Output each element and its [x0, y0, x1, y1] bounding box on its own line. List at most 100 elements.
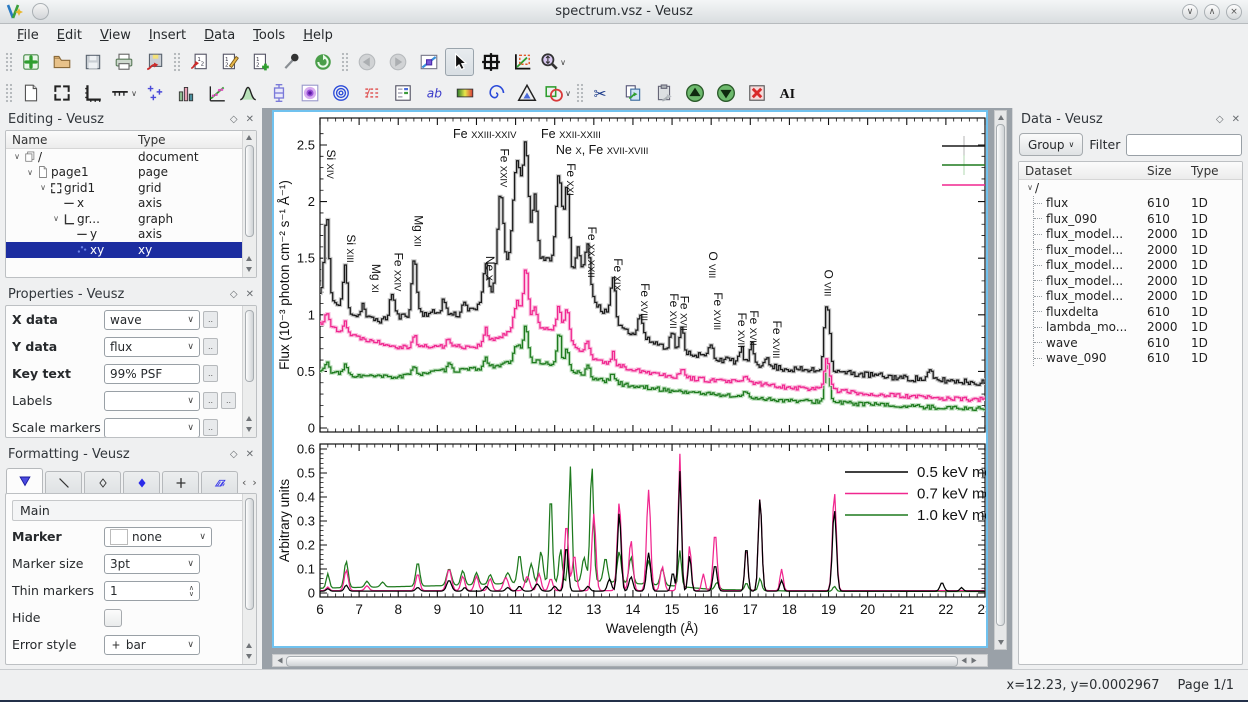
reload-data-button[interactable]	[308, 48, 337, 76]
add-page-button[interactable]	[16, 79, 45, 107]
close-dock-icon[interactable]: ✕	[246, 114, 254, 125]
zoom-graph-tool-button[interactable]	[507, 48, 536, 76]
property-extra-button[interactable]: ..	[203, 419, 218, 436]
close-button[interactable]: ×	[1226, 4, 1242, 20]
open-document-button[interactable]	[47, 48, 76, 76]
add-graph-button[interactable]	[78, 79, 107, 107]
copy-widget-button[interactable]	[618, 79, 647, 107]
dataset-row-flux[interactable]: flux6101D	[1019, 196, 1242, 212]
labels-combo[interactable]: ∨	[104, 391, 200, 411]
tab-main[interactable]	[6, 468, 43, 493]
rename-widget-button[interactable]: AI	[773, 79, 802, 107]
move-widget-up-button[interactable]	[680, 79, 709, 107]
undo-button[interactable]	[352, 48, 381, 76]
close-dock-icon[interactable]: ✕	[1232, 114, 1240, 125]
canvas-horizontal-scrollbar[interactable]	[272, 654, 988, 667]
plot-page[interactable]: 00.511.522.5Si XIVSi XIIIMg XIFe XXIVMg …	[272, 110, 988, 648]
maximize-button[interactable]: ∧	[1204, 4, 1220, 20]
error-style-combo[interactable]: bar∨	[104, 635, 200, 655]
dataset-row-wave_090[interactable]: wave_0906101D	[1019, 351, 1242, 367]
menu-tools[interactable]: Tools	[244, 26, 294, 45]
export-document-button[interactable]	[140, 48, 169, 76]
formatting-scrollbar[interactable]	[242, 494, 256, 664]
close-dock-icon[interactable]: ✕	[246, 289, 254, 300]
redo-button[interactable]	[383, 48, 412, 76]
widget-tree-row-x[interactable]: xaxis	[6, 196, 256, 212]
dataset-row-flux_model[interactable]: flux_model...20001D	[1019, 227, 1242, 243]
add-key-button[interactable]	[388, 79, 417, 107]
delete-widget-button[interactable]	[742, 79, 771, 107]
marker-combo[interactable]: none∨	[104, 527, 212, 547]
create-data-button[interactable]: 12	[246, 48, 275, 76]
save-document-button[interactable]	[78, 48, 107, 76]
scale-markers-combo[interactable]: ∨	[104, 418, 200, 438]
property-extra-button[interactable]: ..	[221, 392, 236, 409]
edit-data-button[interactable]: 12	[215, 48, 244, 76]
dataset-root-row[interactable]: ∨/	[1019, 180, 1242, 196]
float-dock-icon[interactable]: ◇	[230, 114, 238, 125]
widget-tree-row-gr[interactable]: ∨gr...graph	[6, 211, 256, 227]
dataset-row-lambda_mo[interactable]: lambda_mo...20001D	[1019, 320, 1242, 336]
dataset-row-wave[interactable]: wave6101D	[1019, 335, 1242, 351]
widget-tree-row-y[interactable]: yaxis	[6, 227, 256, 243]
menu-help[interactable]: Help	[294, 26, 342, 45]
move-widget-down-button[interactable]	[711, 79, 740, 107]
float-dock-icon[interactable]: ◇	[1216, 114, 1224, 125]
add-image-button[interactable]	[295, 79, 324, 107]
dataset-row-fluxdelta[interactable]: fluxdelta6101D	[1019, 304, 1242, 320]
x-data-combo[interactable]: wave∨	[104, 310, 200, 330]
thin-markers-spinner[interactable]: 1∧∨	[104, 581, 200, 601]
zoom-menu-button[interactable]: ∨	[538, 48, 567, 76]
dataset-row-flux_090[interactable]: flux_0906101D	[1019, 211, 1242, 227]
float-dock-icon[interactable]: ◇	[230, 449, 238, 460]
tab-marker-fill[interactable]	[123, 471, 160, 493]
tab-marker-border[interactable]	[84, 471, 121, 493]
add-bar-button[interactable]	[171, 79, 200, 107]
paste-widget-button[interactable]	[649, 79, 678, 107]
property-extra-button[interactable]: ..	[203, 365, 218, 382]
dataset-row-flux_model[interactable]: flux_model...20001D	[1019, 273, 1242, 289]
add-polar-button[interactable]	[481, 79, 510, 107]
key-text-input[interactable]: 99% PSF	[104, 364, 200, 384]
add-line-button[interactable]	[357, 79, 386, 107]
add-colorbar-button[interactable]	[450, 79, 479, 107]
minimize-button[interactable]: ∨	[1182, 4, 1198, 20]
add-function-button[interactable]	[233, 79, 262, 107]
add-fit-button[interactable]	[202, 79, 231, 107]
tab-plot-line[interactable]	[45, 471, 82, 493]
widget-tree-row-grid1[interactable]: ∨grid1grid	[6, 180, 256, 196]
add-contour-button[interactable]	[326, 79, 355, 107]
property-extra-button[interactable]: ..	[203, 338, 218, 355]
widget-tree-row-xy[interactable]: xyxy	[6, 242, 256, 258]
menu-edit[interactable]: Edit	[48, 26, 91, 45]
widget-tree-row-page1[interactable]: ∨page1page	[6, 165, 256, 181]
cut-widget-button[interactable]: ✂	[587, 79, 616, 107]
property-extra-button[interactable]: ..	[203, 392, 218, 409]
marker-size-combo[interactable]: 3pt∨	[104, 554, 200, 574]
menu-file[interactable]: File	[8, 26, 48, 45]
close-dock-icon[interactable]: ✕	[246, 449, 254, 460]
menu-view[interactable]: View	[91, 26, 140, 45]
move-widget-tool-button[interactable]	[414, 48, 443, 76]
menu-insert[interactable]: Insert	[140, 26, 195, 45]
tab-error-bar[interactable]	[162, 471, 199, 493]
tab-fill-below[interactable]	[201, 471, 238, 493]
property-extra-button[interactable]: ..	[203, 311, 218, 328]
hide-checkbox[interactable]	[104, 609, 122, 627]
properties-scrollbar[interactable]	[242, 306, 256, 437]
tab-scroll-right-icon[interactable]: ›	[252, 476, 256, 489]
print-document-button[interactable]	[109, 48, 138, 76]
add-label-button[interactable]: ab	[419, 79, 448, 107]
canvas-vertical-scrollbar[interactable]	[994, 110, 1007, 650]
add-xy-button[interactable]	[140, 79, 169, 107]
menu-data[interactable]: Data	[195, 26, 244, 45]
import-data-button[interactable]: 12	[184, 48, 213, 76]
dataset-row-flux_model[interactable]: flux_model...20001D	[1019, 242, 1242, 258]
tab-scroll-left-icon[interactable]: ‹	[242, 476, 246, 489]
group-dropdown-button[interactable]: Group∨	[1019, 133, 1083, 156]
add-axis-button[interactable]: ∨	[109, 79, 138, 107]
dataset-row-flux_model[interactable]: flux_model...20001D	[1019, 289, 1242, 305]
select-tool-button[interactable]	[445, 48, 474, 76]
add-ternary-button[interactable]	[512, 79, 541, 107]
new-document-button[interactable]	[16, 48, 45, 76]
